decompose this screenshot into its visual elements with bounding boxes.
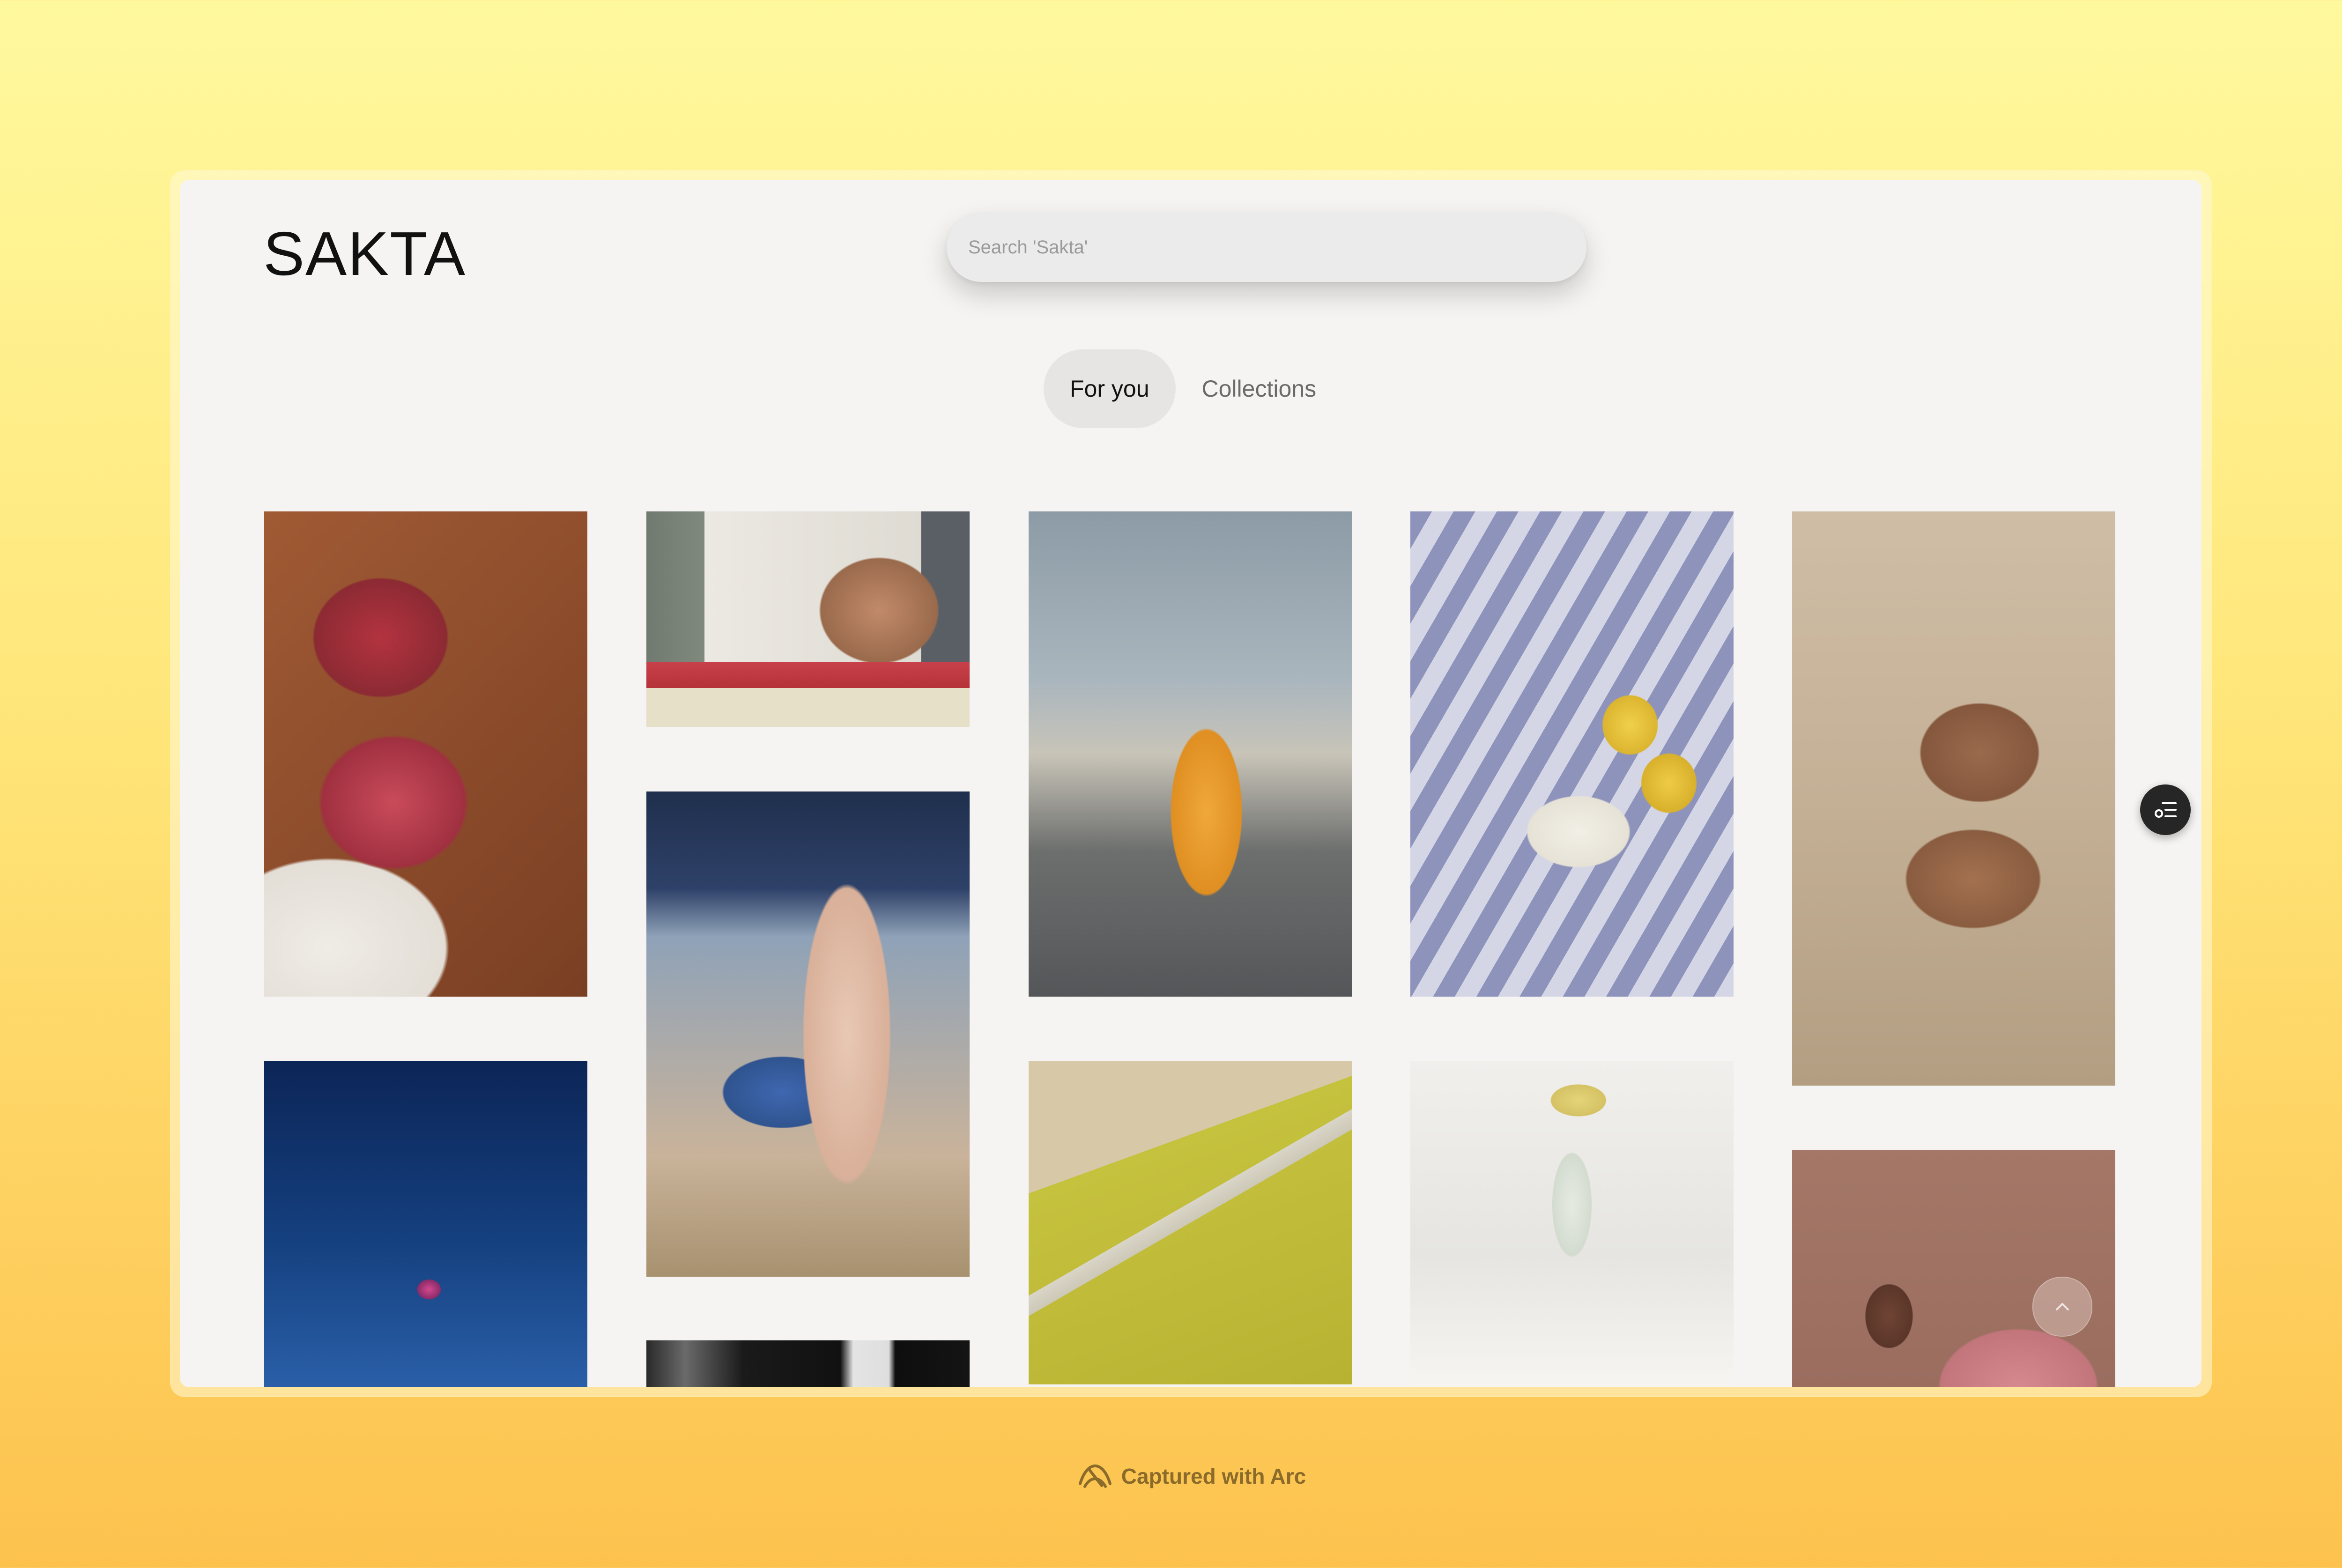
photo-tile-ice-cream[interactable] xyxy=(646,511,970,727)
filter-button[interactable] xyxy=(2140,784,2191,835)
tab-collections[interactable]: Collections xyxy=(1176,349,1343,428)
photo-tile-hands[interactable] xyxy=(1792,511,2115,1086)
photo-tile-lemons[interactable] xyxy=(1410,511,1734,997)
chevron-up-icon xyxy=(2056,1303,2069,1310)
flowers-coffee-photo xyxy=(1410,1061,1734,1387)
black-white-strip-photo xyxy=(646,1340,970,1387)
arc-icon xyxy=(1078,1464,1112,1488)
blue-sky-kite-photo xyxy=(264,1061,587,1387)
feed-tabs: For you Collections xyxy=(1044,349,1342,428)
pink-sweater-photo xyxy=(1792,1150,2115,1387)
lemons-picnic-photo xyxy=(1410,511,1734,997)
pomegranate-drink-photo xyxy=(264,511,587,997)
tab-for-you[interactable]: For you xyxy=(1044,349,1176,428)
scroll-to-top-button[interactable] xyxy=(2032,1277,2092,1337)
ice-cream-truck-photo xyxy=(646,511,970,727)
app-window: SAKTA For you Collections xyxy=(180,180,2201,1387)
capture-footer: Captured with Arc xyxy=(0,1462,2342,1490)
photo-tile-pomegranate[interactable] xyxy=(264,511,587,997)
search-input[interactable] xyxy=(947,236,1586,259)
photo-tile-flowers[interactable] xyxy=(1410,1061,1734,1387)
photo-tile-tram[interactable] xyxy=(1029,511,1352,997)
site-logo[interactable]: SAKTA xyxy=(263,223,466,285)
photo-tile-feet-water[interactable] xyxy=(646,791,970,1277)
footer-text: Captured with Arc xyxy=(1121,1464,1306,1488)
photo-tile-blue-sky[interactable] xyxy=(264,1061,587,1387)
hands-bracelets-photo xyxy=(1792,511,2115,1086)
search-bar[interactable] xyxy=(947,213,1586,282)
tram-street-photo xyxy=(1029,511,1352,997)
feet-sandals-water-photo xyxy=(646,791,970,1277)
photo-tile-pink-sweater[interactable] xyxy=(1792,1150,2115,1387)
photo-tile-black-white[interactable] xyxy=(646,1340,970,1387)
yellow-field-road-photo xyxy=(1029,1061,1352,1384)
photo-tile-yellow-field[interactable] xyxy=(1029,1061,1352,1384)
filter-icon xyxy=(2155,802,2177,818)
